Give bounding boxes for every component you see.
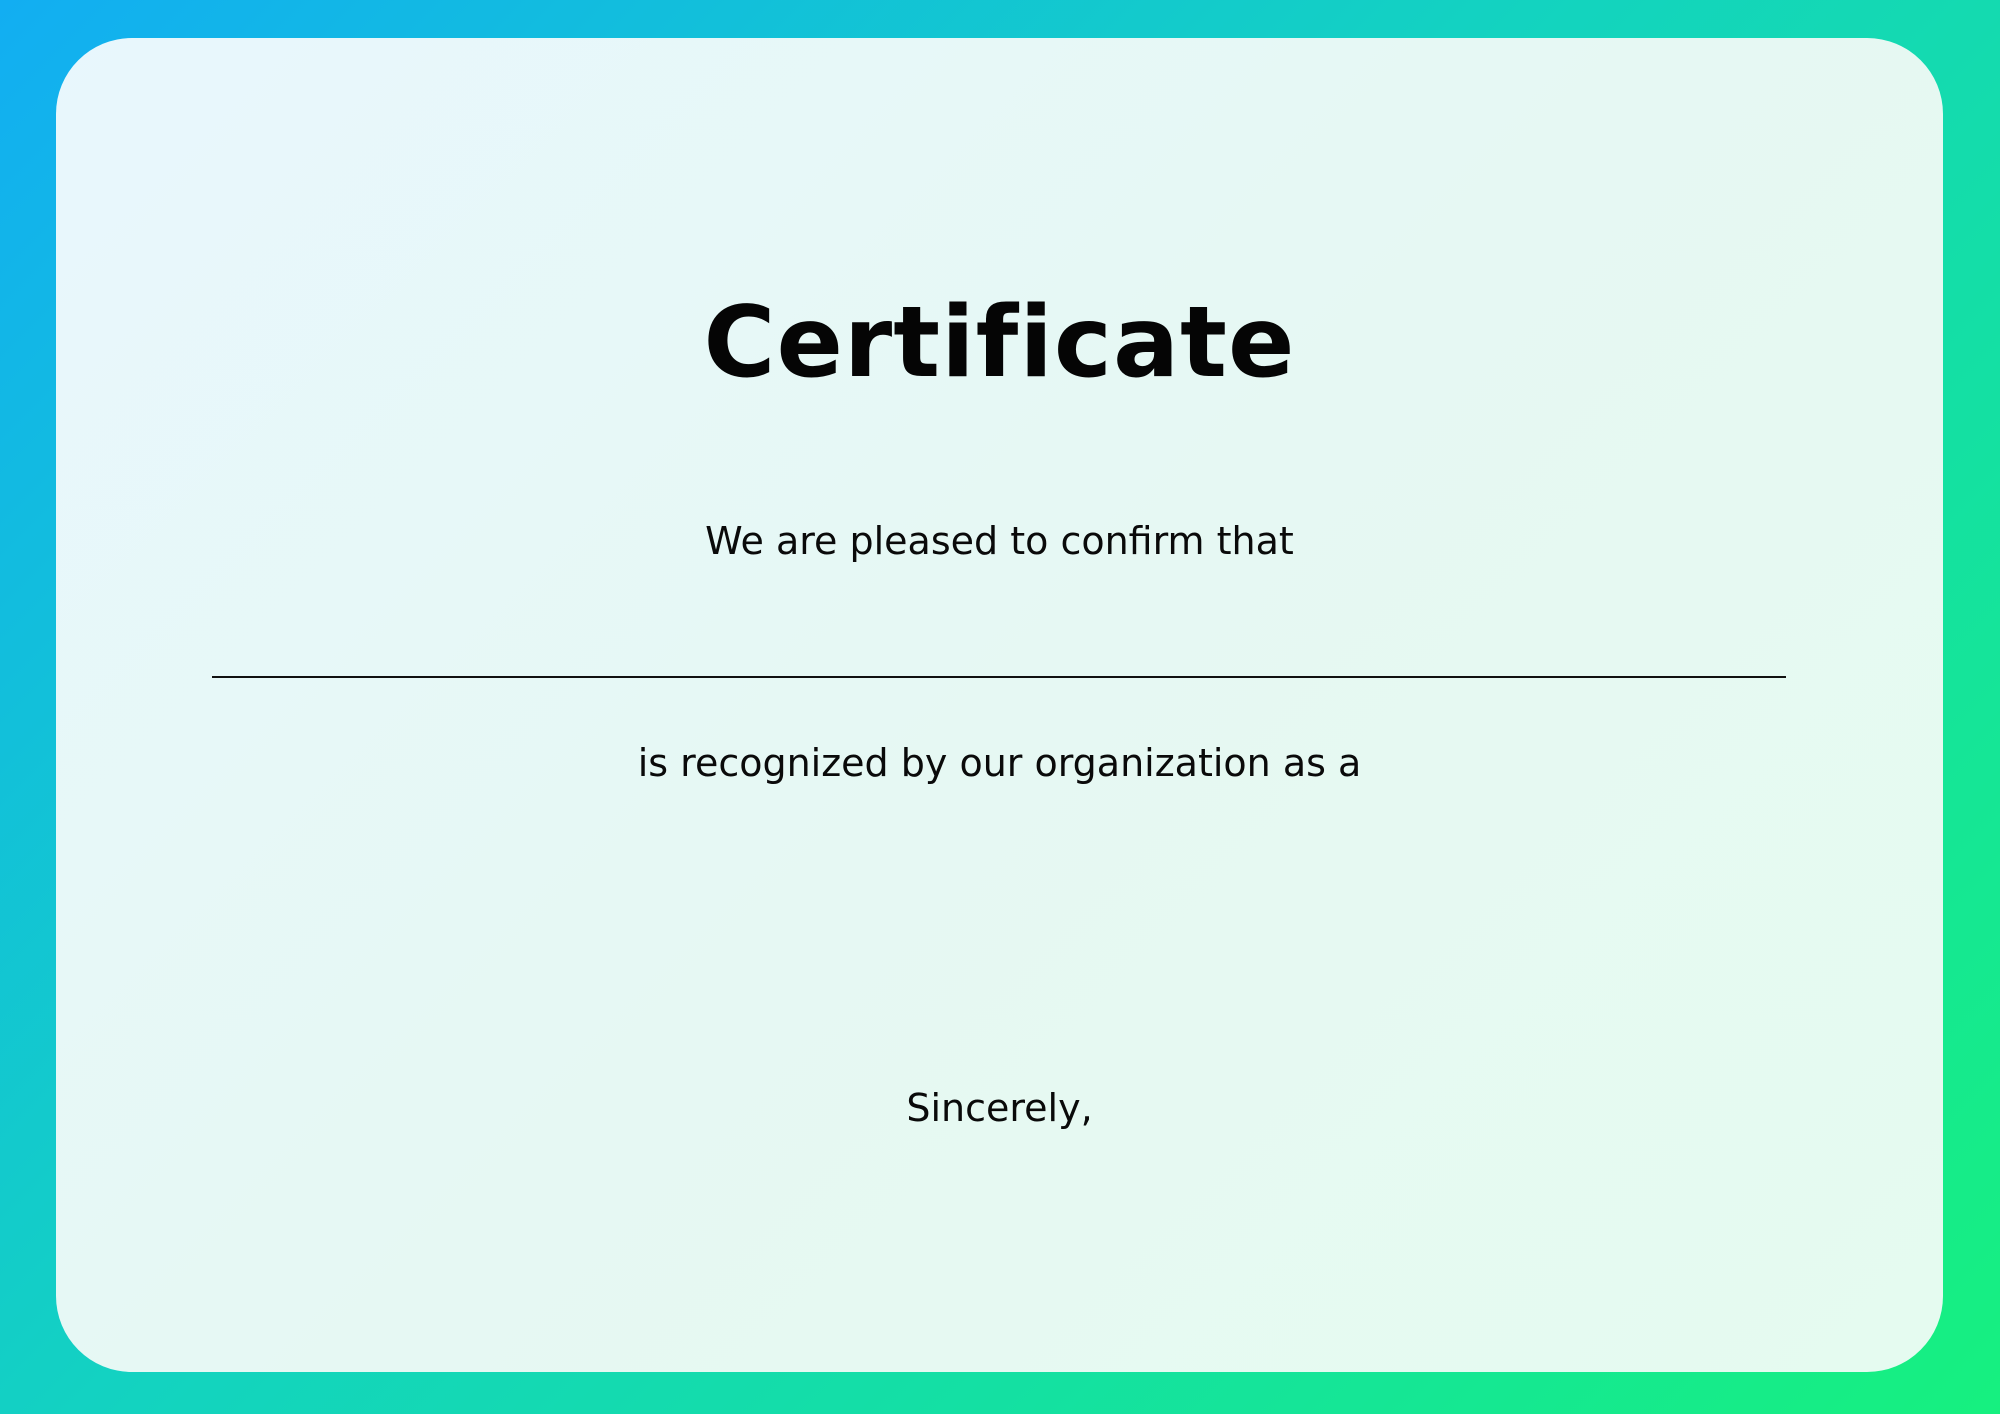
certificate-title: Certificate xyxy=(703,286,1296,400)
certificate-card: Certificate We are pleased to confirm th… xyxy=(56,38,1943,1372)
recipient-name-line xyxy=(212,676,1786,678)
intro-text: We are pleased to confirm that xyxy=(705,519,1294,563)
recognition-text: is recognized by our organization as a xyxy=(637,741,1362,785)
closing-text: Sincerely, xyxy=(906,1086,1093,1130)
certificate-page: { "certificate": { "title": "Certificate… xyxy=(0,0,2000,1414)
